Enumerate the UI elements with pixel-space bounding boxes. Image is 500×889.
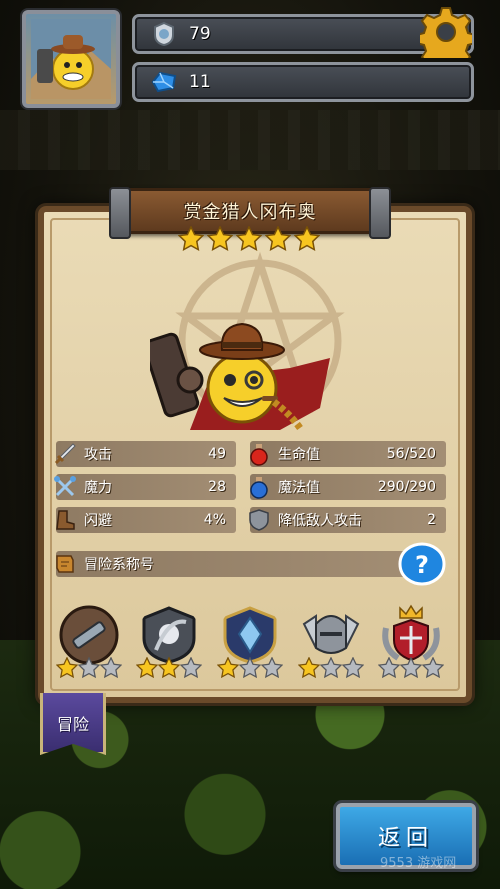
badge-stars (217, 657, 283, 679)
badge-stars (378, 657, 444, 679)
gold-star-icon (56, 657, 78, 679)
gold-star-icon (207, 226, 233, 252)
grey-star-icon (378, 657, 400, 679)
grey-star-icon (400, 657, 422, 679)
attack-value: 49 (208, 446, 226, 462)
question-mark-icon: ? (398, 542, 446, 586)
title-scroll-icon (52, 551, 78, 577)
gold-star-icon (236, 226, 262, 252)
grey-star-icon (261, 657, 283, 679)
blue-potion-icon (246, 474, 272, 500)
stat-hp: 生命值 56/520 (250, 441, 446, 467)
watermark: 9553 游戏网 (380, 856, 457, 871)
damage-reduce-value: 2 (427, 512, 436, 528)
back-button-label: 返回 (377, 826, 434, 851)
crossed-wands-icon (52, 474, 78, 500)
tab-adventure-label: 冒险 (56, 715, 89, 734)
svg-text:?: ? (415, 551, 429, 579)
red-potion-icon (246, 441, 272, 467)
grey-star-icon (78, 657, 100, 679)
magic-value: 28 (208, 479, 226, 495)
grey-star-icon (320, 657, 342, 679)
mp-value: 290/290 (377, 479, 436, 495)
badge-crystal[interactable] (217, 604, 285, 682)
badge-knight-helmet[interactable] (298, 604, 366, 682)
badge-reaper[interactable] (136, 604, 204, 682)
gold-star-icon (136, 657, 158, 679)
gold-star-icon (178, 226, 204, 252)
bounty-hunter-gumball-icon (150, 322, 330, 431)
badge-stars (136, 657, 202, 679)
stat-dodge: 闪避 4% (56, 507, 236, 533)
grey-star-icon (422, 657, 444, 679)
gem-counter: 11 (132, 62, 474, 102)
trophy-value: 79 (189, 24, 211, 44)
blue-gem-icon (149, 67, 179, 97)
trophy-shield-icon (149, 19, 179, 49)
player-avatar[interactable] (22, 10, 120, 108)
badge-crowned-shield[interactable] (378, 604, 446, 682)
gold-star-icon (265, 226, 291, 252)
boot-icon (52, 507, 78, 533)
stat-mp: 魔法值 290/290 (250, 474, 446, 500)
gold-star-icon (158, 657, 180, 679)
grey-star-icon (239, 657, 261, 679)
adventure-title-label: 冒险系称号 (84, 557, 154, 573)
grey-star-icon (180, 657, 202, 679)
dodge-value: 4% (203, 512, 226, 528)
badge-stars (56, 657, 122, 679)
hp-value: 56/520 (386, 446, 436, 462)
shield-icon (246, 507, 272, 533)
gold-star-icon (298, 657, 320, 679)
hero-name: 赏金猎人冈布奥 (183, 202, 317, 223)
grey-star-icon (342, 657, 364, 679)
stat-damage-reduce: 降低敌人攻击 2 (249, 507, 446, 533)
gumball-portrait-icon (31, 19, 111, 99)
gem-value: 11 (189, 72, 211, 92)
badge-stars (298, 657, 364, 679)
stat-magic: 魔力 28 (54, 474, 236, 500)
sword-icon (52, 441, 78, 467)
adventure-title-row[interactable]: 冒险系称号 (56, 551, 426, 577)
hero-star-rating (178, 226, 320, 252)
settings-gear-icon[interactable] (416, 6, 476, 71)
help-button[interactable]: ? (398, 542, 446, 586)
stat-attack: 攻击 49 (54, 441, 236, 467)
gold-star-icon (217, 657, 239, 679)
gold-star-icon (294, 226, 320, 252)
badge-spyglass[interactable] (56, 604, 124, 682)
grey-star-icon (100, 657, 122, 679)
background-band (0, 110, 500, 170)
